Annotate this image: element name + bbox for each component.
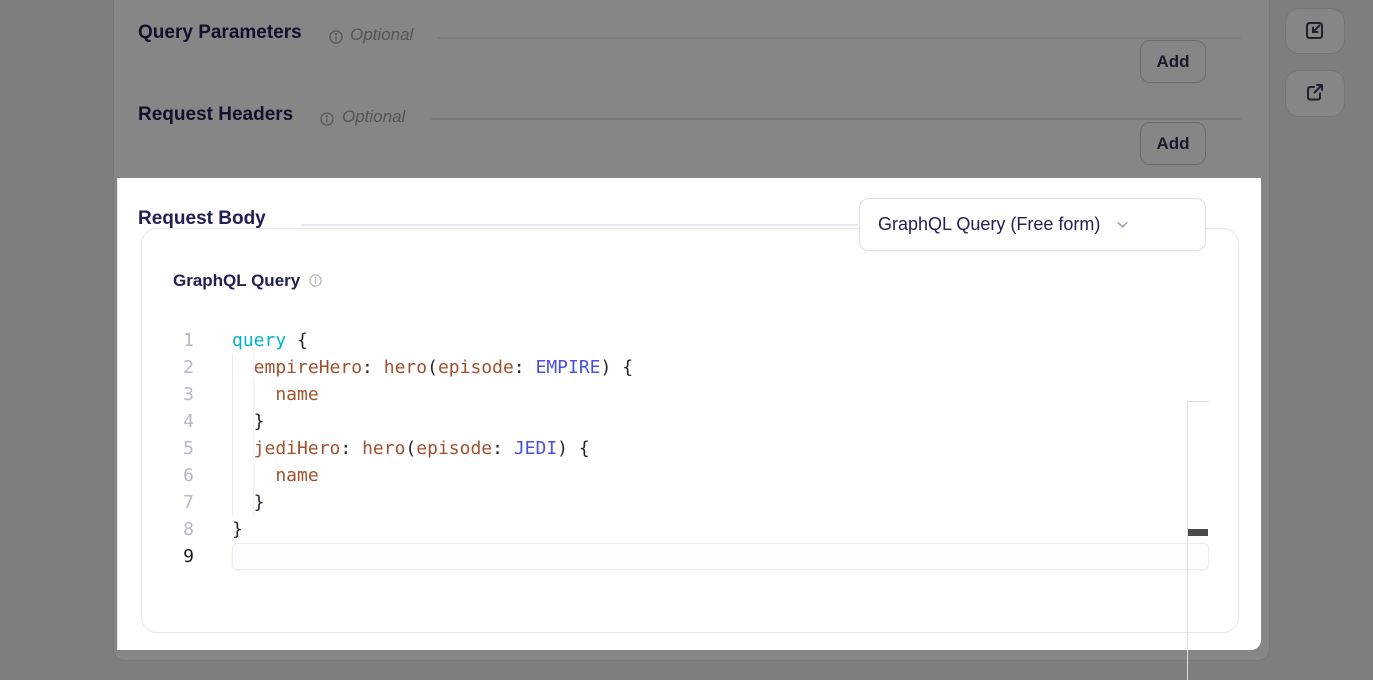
line-number: 9 [142,543,194,570]
graphql-query-label-row: GraphQL Query [173,271,324,291]
code-token: query [232,330,286,351]
code-token: ( [405,438,416,459]
code-token [286,330,297,351]
graphql-query-label: GraphQL Query [173,271,300,291]
code-token: JEDI [514,438,557,459]
code-token: episode [416,438,492,459]
code-token: : [362,357,384,378]
code-line-content: name [232,462,319,489]
code-token: ) { [601,357,634,378]
code-line-content: } [232,489,265,516]
code-line-content: } [232,408,265,435]
body-type-select-value: GraphQL Query (Free form) [878,214,1100,235]
code-token: } [254,411,265,432]
code-line[interactable]: 2 empireHero: hero(episode: EMPIRE) { [142,354,1238,381]
code-token: EMPIRE [535,357,600,378]
line-number: 8 [142,516,194,543]
line-number: 3 [142,381,194,408]
code-token: hero [362,438,405,459]
indent-guide [232,462,275,489]
code-token: ) { [557,438,590,459]
line-number: 1 [142,327,194,354]
code-line-content: query { [232,327,308,354]
code-token: jediHero [254,438,341,459]
code-token: empireHero [254,357,362,378]
divider [301,224,858,226]
scrollbar-thumb[interactable] [1188,529,1208,536]
code-token: } [254,492,265,513]
code-line-content: } [232,516,243,543]
editor-divider-stub [1187,401,1209,402]
code-line[interactable]: 8} [142,516,1238,543]
code-line-content: jediHero: hero(episode: JEDI) { [232,435,590,462]
line-number: 5 [142,435,194,462]
indent-guide [232,408,254,435]
indent-guide [232,381,275,408]
line-number: 7 [142,489,194,516]
code-line[interactable]: 6 name [142,462,1238,489]
code-line-content: name [232,381,319,408]
graphql-query-editor[interactable]: 1query {2empireHero: hero(episode: EMPIR… [142,327,1238,632]
line-number: 4 [142,408,194,435]
code-token: name [275,465,318,486]
code-line-content [232,543,1209,570]
editor-divider [1187,401,1188,680]
code-line[interactable]: 4} [142,408,1238,435]
code-token: } [232,519,243,540]
code-token: { [297,330,308,351]
code-token: : [492,438,514,459]
code-token: : [514,357,536,378]
line-number: 6 [142,462,194,489]
chevron-down-icon [1114,216,1131,233]
info-icon[interactable] [308,273,324,289]
code-token: ( [427,357,438,378]
request-body-section: Request Body GraphQL Query 1query {2empi… [117,178,1261,650]
code-line[interactable]: 5 jediHero: hero(episode: JEDI) { [142,435,1238,462]
code-line[interactable]: 7} [142,489,1238,516]
indent-guide [232,489,254,516]
indent-guide [232,354,254,381]
code-lines: 1query {2empireHero: hero(episode: EMPIR… [142,327,1238,570]
code-token: hero [384,357,427,378]
code-token: name [275,384,318,405]
graphql-query-panel: GraphQL Query 1query {2empireHero: hero(… [141,228,1239,633]
code-line-content: empireHero: hero(episode: EMPIRE) { [232,354,633,381]
code-line[interactable]: 3 name [142,381,1238,408]
page: { "sections": { "query_parameters": { "t… [0,0,1373,680]
code-line[interactable]: 1 query { [142,327,1238,354]
line-number: 2 [142,354,194,381]
indent-guide [232,435,254,462]
code-token: episode [438,357,514,378]
body-type-select[interactable]: GraphQL Query (Free form) [859,198,1206,251]
code-token: : [340,438,362,459]
code-line-active[interactable]: 9 [142,543,1238,570]
request-body-title: Request Body [138,208,266,230]
